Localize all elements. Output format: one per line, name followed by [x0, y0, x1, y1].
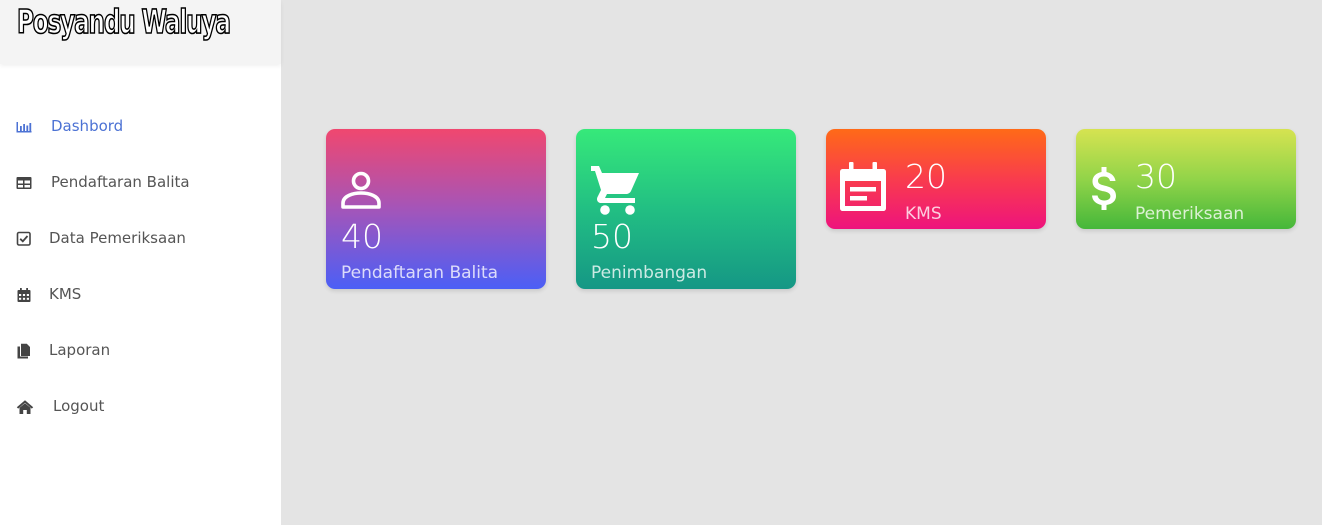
stat-card-pendaftaran-balita[interactable]: 40 Pendaftaran Balita: [326, 129, 546, 289]
cart-icon: [591, 166, 639, 215]
stat-card-pemeriksaan[interactable]: 30 Pemeriksaan: [1076, 129, 1296, 229]
stat-value: 20: [905, 157, 947, 196]
stat-card-penimbangan[interactable]: 50 Penimbangan: [576, 129, 796, 289]
stat-label: KMS: [905, 204, 942, 224]
sidebar-item-label: Pendaftaran Balita: [51, 173, 190, 191]
calendar-icon: [17, 288, 31, 302]
sidebar-item-label: KMS: [49, 285, 82, 303]
sidebar-item-label: Logout: [53, 397, 105, 415]
sidebar-item-logout[interactable]: Logout: [0, 386, 281, 426]
check-square-icon: [16, 231, 31, 246]
sidebar-item-pendaftaran-balita[interactable]: Pendaftaran Balita: [0, 162, 281, 202]
sidebar-item-label: Dashbord: [51, 117, 124, 135]
stat-label: Pemeriksaan: [1135, 204, 1245, 224]
person-icon: [341, 171, 381, 209]
stat-label: Pendaftaran Balita: [341, 263, 499, 283]
stat-label: Penimbangan: [591, 263, 708, 283]
stat-card-kms[interactable]: 20 KMS: [826, 129, 1046, 229]
event-note-icon: [840, 162, 886, 211]
sidebar-item-data-pemeriksaan[interactable]: Data Pemeriksaan: [0, 218, 281, 258]
sidebar-item-label: Laporan: [49, 341, 111, 359]
bar-chart-icon: [16, 122, 32, 133]
sidebar-item-kms[interactable]: KMS: [0, 274, 281, 314]
sidebar-item-laporan[interactable]: Laporan: [0, 330, 281, 370]
sidebar: Posyandu Waluya Dashbord Pendaftaran Bal…: [0, 0, 281, 525]
brand-logo-text[interactable]: Posyandu Waluya: [16, 1, 231, 42]
brand-header: Posyandu Waluya: [0, 0, 281, 64]
files-icon: [17, 343, 30, 359]
stat-value: 40: [341, 217, 383, 256]
home-icon: [16, 400, 34, 414]
table-icon: [16, 177, 32, 189]
sidebar-item-label: Data Pemeriksaan: [49, 229, 186, 247]
stat-value: 30: [1135, 157, 1177, 196]
sidebar-item-dashbord[interactable]: Dashbord: [0, 106, 281, 146]
dollar-icon: [1092, 167, 1116, 210]
stat-value: 50: [591, 217, 633, 256]
